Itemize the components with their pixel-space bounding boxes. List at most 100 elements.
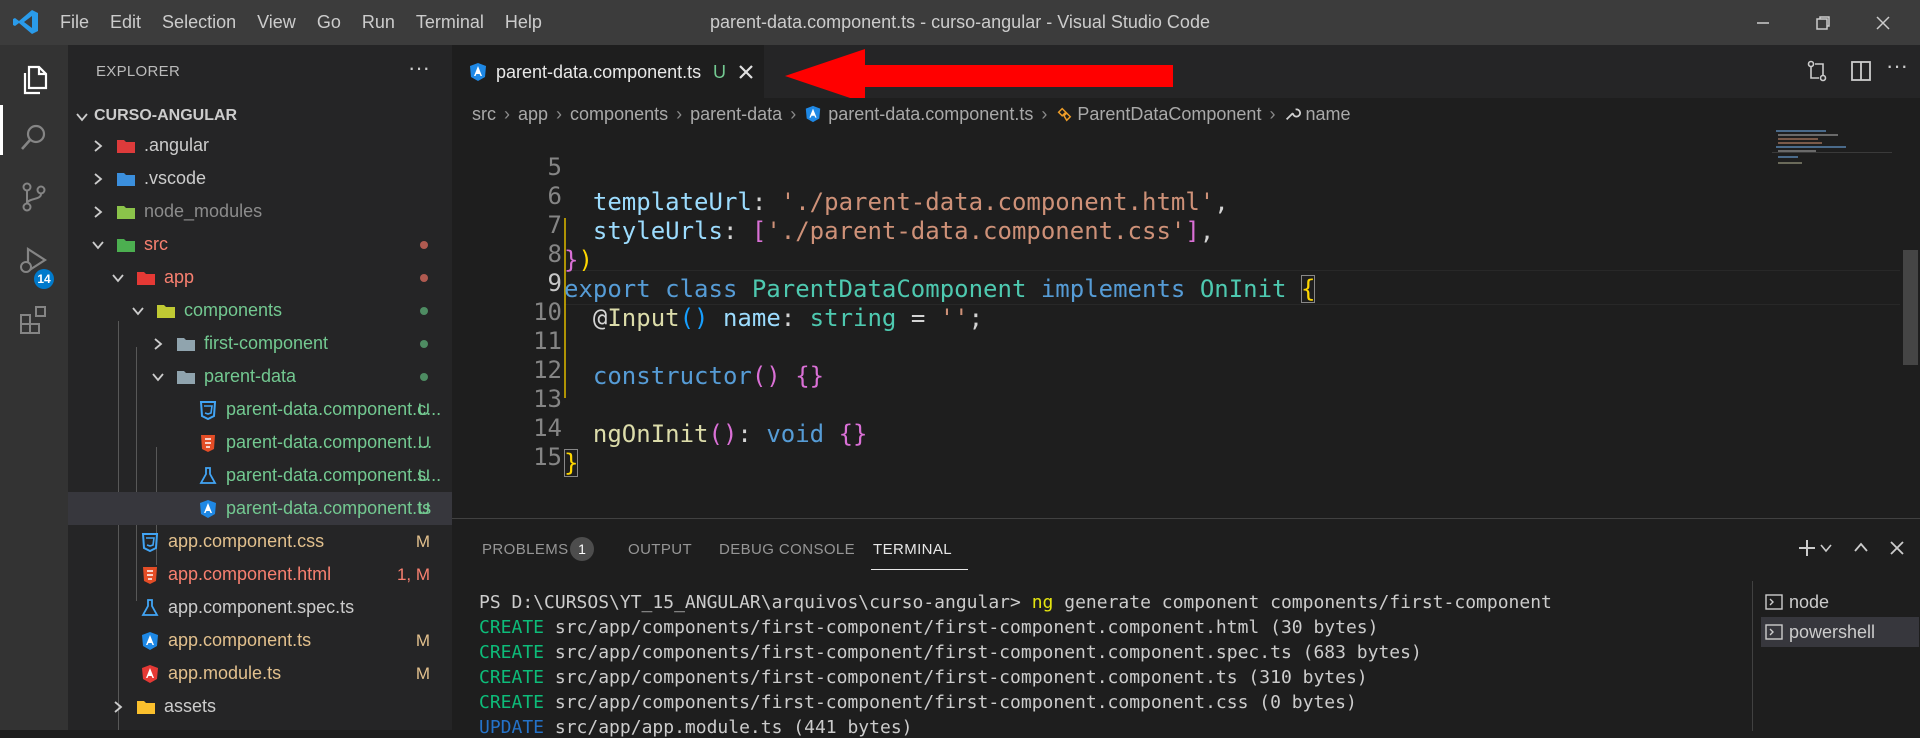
tree-label: app (164, 267, 195, 287)
tree-file-app-css[interactable]: app.component.css M (68, 525, 452, 558)
app-folder-icon (137, 272, 155, 285)
terminal-dropdown-button[interactable] (1818, 533, 1834, 563)
problems-count-badge: 1 (570, 537, 594, 561)
chevron-down-icon (110, 261, 126, 294)
tree-file-app-spec[interactable]: app.component.spec.ts (68, 591, 452, 624)
angular-component-icon (470, 63, 486, 81)
git-status: U (417, 466, 430, 485)
tree-folder-node-modules[interactable]: node_modules (68, 195, 452, 228)
status-dot (420, 340, 428, 348)
tab-parent-data-component-ts[interactable]: parent-data.component.ts U (452, 45, 764, 99)
chevron-right-icon: › (1269, 103, 1276, 124)
status-dot (420, 274, 428, 282)
breadcrumb-item[interactable]: app (518, 104, 548, 125)
activity-bar: 14 (0, 45, 68, 730)
tree-file-app-module[interactable]: app.module.ts M (68, 657, 452, 690)
terminal-text: src/app/components/first-component/first… (544, 667, 1368, 688)
terminal-item-node[interactable]: node (1761, 587, 1919, 617)
search-icon[interactable] (14, 118, 54, 158)
more-actions-icon[interactable]: ··· (408, 55, 430, 81)
tree-file-parent-data-ts[interactable]: parent-data.component.ts U (68, 492, 452, 525)
run-debug-icon[interactable] (14, 240, 54, 280)
line-number: 15 (533, 443, 562, 471)
assets-folder-icon (137, 701, 155, 714)
breadcrumb-item[interactable]: components (570, 104, 668, 125)
tree-folder-angular[interactable]: .angular (68, 129, 452, 162)
red-arrow-annotation (785, 49, 1173, 103)
close-icon[interactable] (734, 60, 758, 84)
minimize-button[interactable] (1740, 0, 1786, 45)
tree-label: parent-data.component.... (226, 432, 433, 452)
tree-label: app.component.spec.ts (168, 597, 355, 617)
chevron-down-icon (130, 294, 146, 327)
test-flask-icon (199, 467, 217, 484)
tab-terminal[interactable]: TERMINAL (873, 541, 952, 558)
tab-output[interactable]: OUTPUT (628, 541, 692, 558)
tree-label: app.component.css (168, 531, 325, 551)
tree-label: environments (164, 723, 272, 730)
git-status: U (417, 400, 430, 419)
terminal-item-label: powershell (1789, 622, 1876, 642)
minimap[interactable] (1772, 128, 1892, 188)
tree-folder-components[interactable]: components (68, 294, 452, 327)
css-file-icon (199, 401, 217, 420)
tab-debug-console[interactable]: DEBUG CONSOLE (719, 541, 855, 558)
extensions-icon[interactable] (14, 300, 54, 340)
tree-file-app-ts[interactable]: app.component.ts M (68, 624, 452, 657)
tree-file-parent-data-css[interactable]: parent-data.component.c... U (68, 393, 452, 426)
tree-file-parent-data-spec[interactable]: parent-data.component.s... U (68, 459, 452, 492)
active-tab-underline (871, 569, 968, 570)
angular-folder-icon (117, 140, 135, 153)
editor-scrollbar-thumb[interactable] (1903, 250, 1918, 365)
git-status: 1, M (396, 565, 430, 584)
chevron-right-icon: › (504, 103, 510, 124)
terminal-line: CREATE src/app/components/first-componen… (479, 617, 1378, 638)
chevron-right-icon (90, 195, 106, 228)
tree-folder-vscode[interactable]: .vscode (68, 162, 452, 195)
restore-button[interactable] (1800, 0, 1846, 45)
breadcrumb-item[interactable]: src (472, 104, 496, 125)
source-control-icon[interactable] (14, 177, 54, 217)
tree-label: app.module.ts (168, 663, 282, 683)
chevron-right-icon: › (556, 103, 563, 124)
node-folder-icon (117, 206, 135, 219)
tree-file-app-html[interactable]: app.component.html 1, M (68, 558, 452, 591)
breadcrumb-item[interactable]: name (1305, 104, 1350, 125)
breadcrumb-item[interactable]: ParentDataComponent (1077, 104, 1261, 125)
split-editor-icon[interactable] (1848, 58, 1874, 84)
close-panel-button[interactable] (1882, 533, 1912, 563)
tree-folder-src[interactable]: src (68, 228, 452, 261)
terminal-line: CREATE src/app/components/first-componen… (479, 667, 1368, 688)
breadcrumb-item[interactable]: parent-data.component.ts (828, 104, 1033, 125)
tree-folder-assets[interactable]: assets (68, 690, 452, 723)
tree-folder-environments[interactable]: environments (68, 723, 452, 730)
close-window-button[interactable] (1860, 0, 1906, 45)
terminal-icon (1765, 594, 1783, 610)
tab-problems[interactable]: PROBLEMS (482, 541, 569, 558)
explorer-title: EXPLORER (96, 63, 181, 80)
explorer-icon[interactable] (14, 60, 54, 100)
folder-open-icon (177, 371, 195, 384)
maximize-panel-button[interactable] (1846, 533, 1876, 563)
more-actions-icon[interactable]: ··· (1886, 53, 1908, 79)
terminal-item-powershell[interactable]: powershell (1761, 617, 1919, 647)
chevron-right-icon: › (790, 103, 797, 124)
status-dot (420, 241, 428, 249)
tree-file-parent-data-html[interactable]: parent-data.component.... U (68, 426, 452, 459)
tree-folder-parent-data[interactable]: parent-data (68, 360, 452, 393)
breadcrumb-item[interactable]: parent-data (690, 104, 782, 125)
title-bar: File Edit Selection View Go Run Terminal… (0, 0, 1920, 45)
tree-label: parent-data.component.s... (226, 465, 442, 485)
css-file-icon (141, 533, 159, 552)
tree-folder-app[interactable]: app (68, 261, 452, 294)
code-editor[interactable]: 5 templateUrl: './parent-data.component.… (452, 130, 1920, 518)
window-title: parent-data.component.ts - curso-angular… (710, 12, 1210, 32)
compare-changes-icon[interactable] (1804, 58, 1830, 84)
terminal-command: ng (1031, 592, 1054, 613)
minimize-icon (1757, 21, 1769, 24)
terminal-line: UPDATE src/app/app.module.ts (441 bytes) (479, 717, 913, 738)
active-indicator (0, 105, 3, 155)
tree-label: components (184, 300, 283, 320)
tree-folder-first-component[interactable]: first-component (68, 327, 452, 360)
chevron-right-icon (90, 129, 106, 162)
